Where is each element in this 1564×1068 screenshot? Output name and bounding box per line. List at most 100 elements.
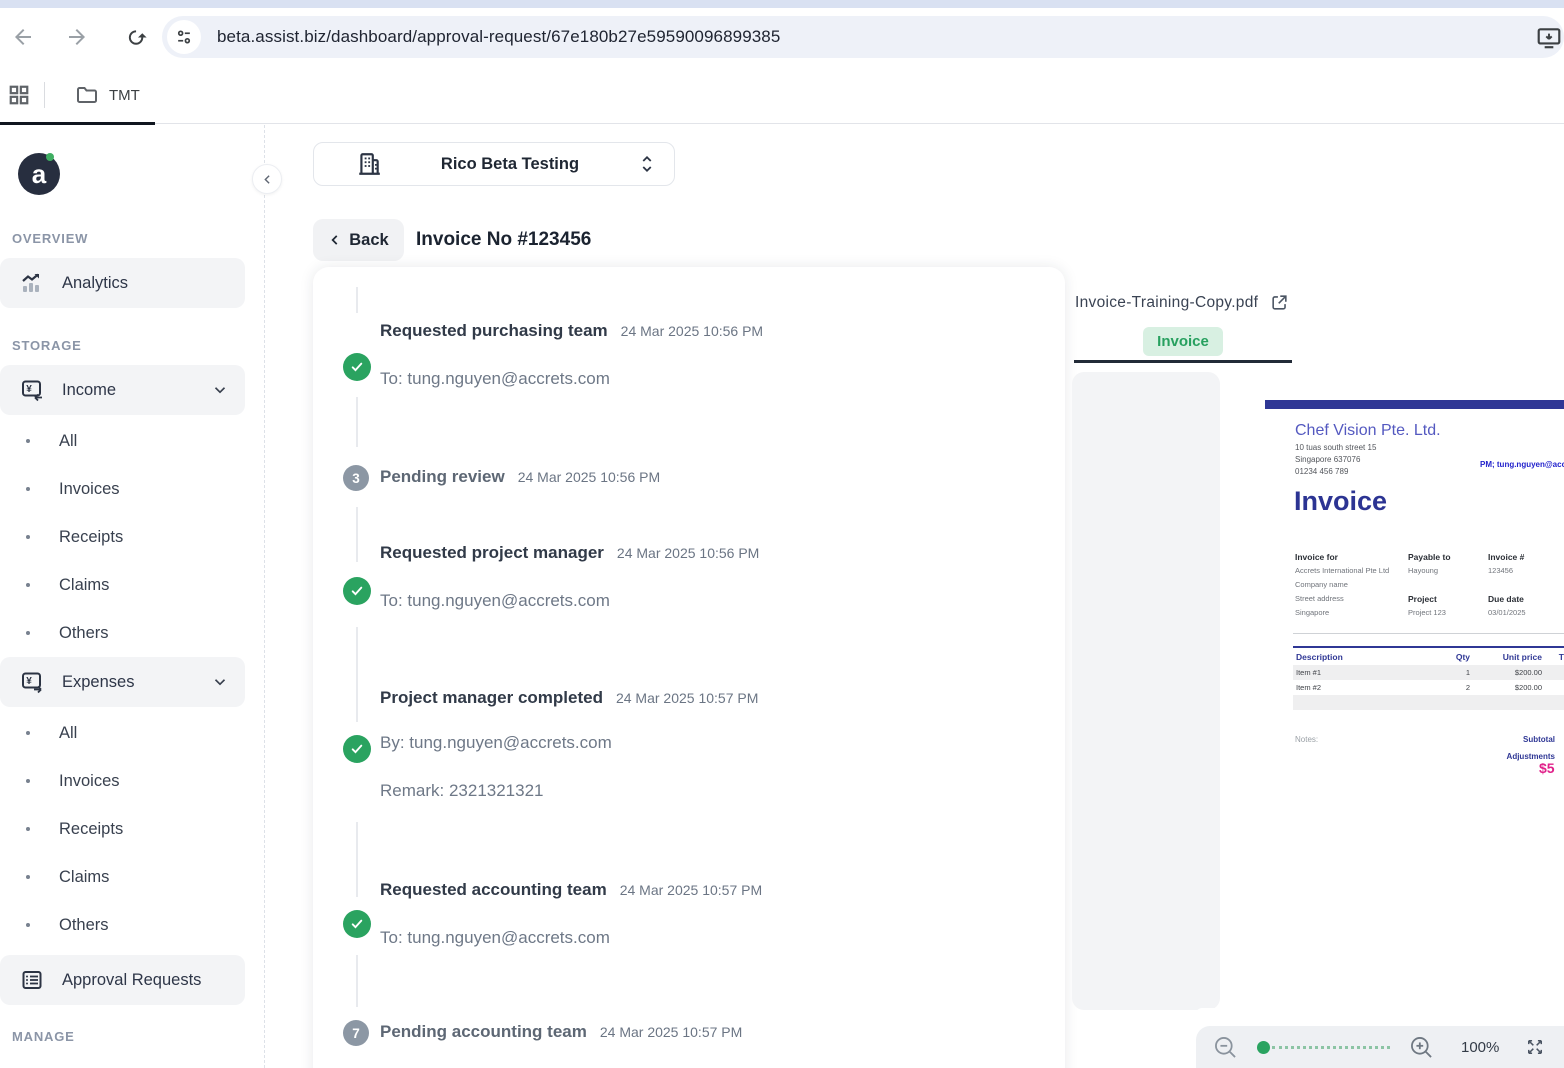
svg-text:¥: ¥: [26, 676, 32, 687]
income-submenu: All Invoices Receipts Claims Others: [0, 417, 264, 657]
address-bar[interactable]: beta.assist.biz/dashboard/approval-reque…: [162, 16, 1564, 58]
company-selector[interactable]: Rico Beta Testing: [313, 142, 675, 186]
apps-grid-icon: [8, 84, 30, 106]
sidebar-item-label: Approval Requests: [62, 971, 201, 990]
bullet-icon: [26, 731, 30, 735]
approval-requests-icon: [20, 968, 44, 992]
sidebar-item-income-all[interactable]: All: [0, 417, 264, 465]
sidebar-item-income-invoices[interactable]: Invoices: [0, 465, 264, 513]
bullet-icon: [26, 631, 30, 635]
save-to-device-button[interactable]: [1536, 25, 1562, 51]
svg-text:¥: ¥: [26, 384, 32, 395]
bookmark-folder-tmt[interactable]: TMT: [75, 83, 140, 107]
timeline-item-title-row: Project manager completed24 Mar 2025 10:…: [380, 688, 758, 708]
app-screen: beta.assist.biz/dashboard/approval-reque…: [0, 0, 1564, 1068]
timeline-connector: [356, 287, 358, 313]
bullet-icon: [26, 439, 30, 443]
pdf-payable-to-value: Hayoung: [1408, 566, 1438, 575]
back-arrow-icon: [11, 25, 35, 49]
zoom-slider-track[interactable]: [1272, 1046, 1390, 1049]
sidebar-item-label: Analytics: [62, 274, 128, 293]
fullscreen-icon: [1525, 1037, 1545, 1057]
apps-grid-button[interactable]: [8, 84, 30, 106]
sidebar-item-expenses-receipts[interactable]: Receipts: [0, 805, 264, 853]
back-button[interactable]: Back: [313, 219, 404, 261]
status-done-icon: [343, 353, 371, 381]
pdf-vendor-address1: 10 tuas south street 15: [1295, 443, 1376, 452]
sidebar-item-expenses-all[interactable]: All: [0, 709, 264, 757]
forward-arrow-icon: [65, 25, 89, 49]
monitor-download-icon: [1536, 25, 1562, 51]
pdf-divider: [1293, 633, 1564, 634]
bullet-icon: [26, 583, 30, 587]
pdf-project-value: Project 123: [1408, 608, 1446, 617]
status-done-icon: [343, 910, 371, 938]
table-row: Item #2 2 $200.00: [1293, 680, 1564, 695]
page-title: Invoice No #123456: [416, 229, 591, 251]
sidebar-item-income-claims[interactable]: Claims: [0, 561, 264, 609]
table-row-empty: [1293, 695, 1564, 710]
zoom-slider-handle[interactable]: [1257, 1041, 1270, 1054]
sidebar-item-income-others[interactable]: Others: [0, 609, 264, 657]
income-icon: ¥: [20, 378, 44, 402]
bullet-icon: [26, 487, 30, 491]
pdf-zoom-toolbar: 100%: [1196, 1026, 1564, 1068]
pdf-items-table: Description Qty Unit price T Item #1 1 $…: [1293, 646, 1564, 710]
app-logo[interactable]: a: [18, 153, 60, 195]
chevron-left-icon: [261, 173, 274, 186]
pdf-total-amount: $5: [1539, 760, 1555, 776]
bullet-icon: [26, 923, 30, 927]
pdf-vendor-name: Chef Vision Pte. Ltd.: [1295, 422, 1441, 440]
sidebar-item-approval-requests[interactable]: Approval Requests: [0, 955, 245, 1005]
sidebar-item-income[interactable]: ¥ Income: [0, 365, 245, 415]
file-name: Invoice-Training-Copy.pdf: [1075, 294, 1258, 312]
company-name: Rico Beta Testing: [382, 155, 638, 174]
pdf-invoice-for-line: Singapore: [1295, 608, 1329, 617]
bullet-icon: [26, 875, 30, 879]
sidebar-item-income-receipts[interactable]: Receipts: [0, 513, 264, 561]
timeline-item-detail: By: tung.nguyen@accrets.com: [380, 733, 612, 753]
sidebar-section-storage: STORAGE: [12, 338, 264, 353]
logo-status-dot: [46, 153, 54, 161]
browser-back-button[interactable]: [6, 20, 40, 54]
sidebar-item-expenses-others[interactable]: Others: [0, 901, 264, 949]
fullscreen-button[interactable]: [1525, 1037, 1545, 1057]
chrome-border: [0, 123, 1564, 124]
building-icon: [356, 151, 382, 177]
open-external-button[interactable]: [1270, 293, 1289, 312]
bookmarks-bar: TMT: [0, 66, 1564, 124]
expenses-icon: ¥: [20, 670, 44, 694]
site-info-button[interactable]: [167, 20, 201, 54]
active-tab-underline: [1074, 360, 1292, 363]
timeline-connector: [356, 397, 358, 447]
browser-forward-button[interactable]: [60, 20, 94, 54]
chevron-down-icon: [211, 673, 229, 691]
zoom-in-button[interactable]: [1408, 1034, 1435, 1061]
bullet-icon: [26, 779, 30, 783]
timeline-item-title-row: Requested project manager24 Mar 2025 10:…: [380, 543, 759, 563]
sidebar-item-expenses[interactable]: ¥ Expenses: [0, 657, 245, 707]
sidebar-item-analytics[interactable]: Analytics: [0, 258, 245, 308]
browser-reload-button[interactable]: [120, 20, 154, 54]
tab-invoice[interactable]: Invoice: [1074, 322, 1292, 360]
sidebar-section-overview: OVERVIEW: [12, 231, 264, 246]
table-row: Item #1 1 $200.00: [1293, 665, 1564, 680]
file-title-row: Invoice-Training-Copy.pdf: [1075, 293, 1289, 312]
site-settings-icon: [174, 27, 194, 47]
pdf-subtotal-label: Subtotal: [1295, 735, 1555, 744]
timeline-connector: [356, 627, 358, 722]
timeline-item-title-row: Pending review24 Mar 2025 10:56 PM: [380, 467, 660, 487]
sidebar-item-expenses-invoices[interactable]: Invoices: [0, 757, 264, 805]
chevron-down-icon: [211, 381, 229, 399]
browser-toolbar: beta.assist.biz/dashboard/approval-reque…: [0, 8, 1564, 66]
pdf-project-label: Project: [1408, 594, 1437, 604]
pdf-invoice-for-line: Accrets International Pte Ltd: [1295, 566, 1389, 575]
sidebar-collapse-button[interactable]: [252, 164, 282, 194]
pdf-thumbnail-panel[interactable]: [1072, 372, 1220, 1010]
pdf-doc-title: Invoice: [1294, 486, 1387, 517]
pdf-invoice-for-line: Company name: [1295, 580, 1348, 589]
zoom-out-button[interactable]: [1212, 1034, 1239, 1061]
status-done-icon: [343, 577, 371, 605]
sidebar-item-expenses-claims[interactable]: Claims: [0, 853, 264, 901]
url-text: beta.assist.biz/dashboard/approval-reque…: [217, 27, 780, 47]
